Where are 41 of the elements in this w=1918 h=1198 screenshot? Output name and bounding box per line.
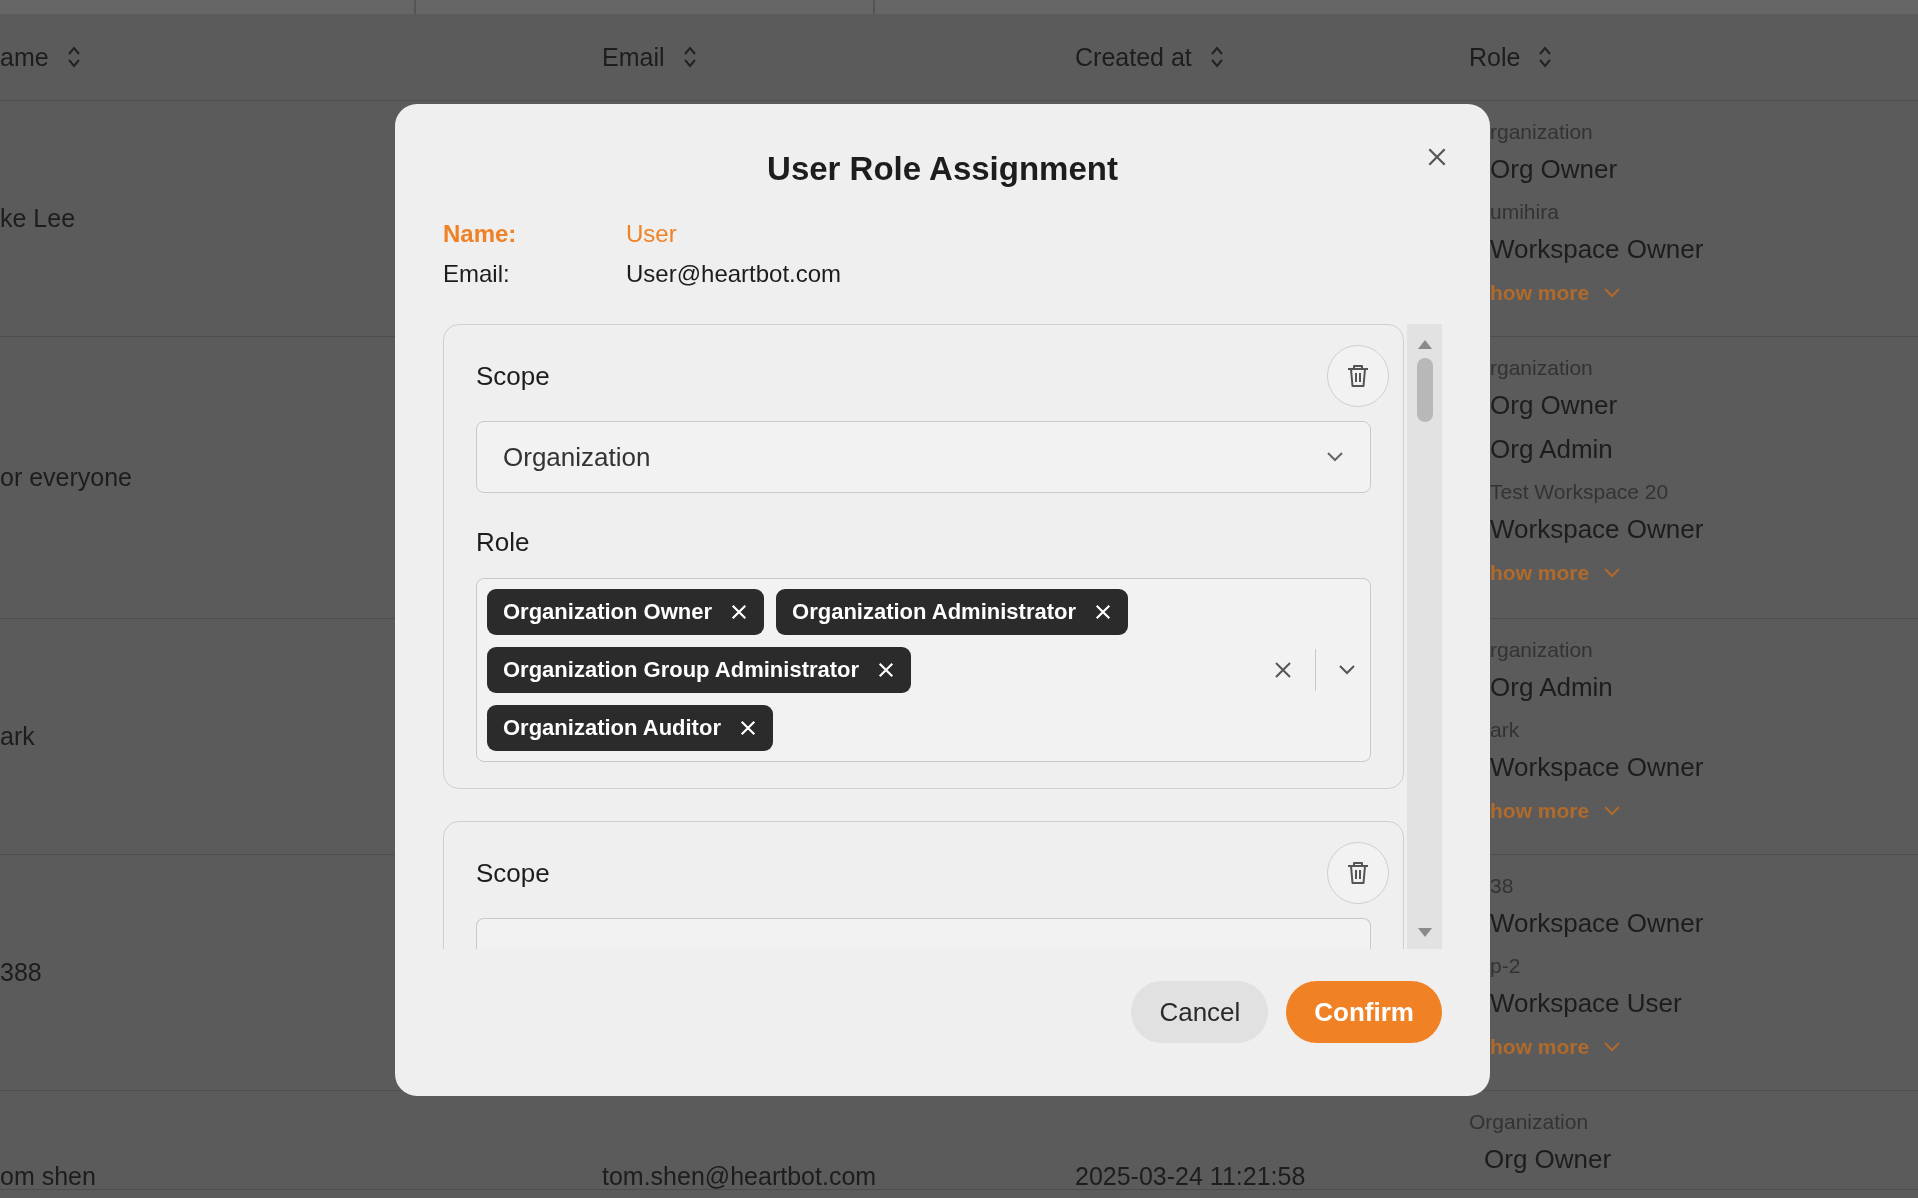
email-cell: tom.shen@heartbot.com	[602, 1162, 877, 1191]
confirm-button[interactable]: Confirm	[1286, 981, 1442, 1043]
role-tag: Organization Group Administrator	[487, 647, 912, 693]
name-cell: om shen	[0, 1162, 96, 1191]
field-label: Name:	[443, 219, 518, 249]
role-name: Workspace User	[1490, 987, 1683, 1020]
field-value: User	[626, 219, 678, 249]
role-select[interactable]: Organization Owner Organization Administrator Organization Group Administrator Organization Auditor	[476, 578, 1371, 762]
show-more-link[interactable]: how more	[1490, 551, 1622, 595]
role-tag: Organization Owner	[487, 589, 765, 635]
date-cell: 2025-03-24 11:21:58	[1075, 1162, 1306, 1191]
role-name: Org Owner	[1490, 389, 1619, 422]
column-header[interactable]: Created at	[1075, 42, 1192, 72]
name-cell: 388	[0, 958, 42, 987]
column-header[interactable]: ame	[0, 42, 49, 72]
show-more-link[interactable]: how more	[1490, 789, 1622, 833]
role-name: Workspace Owner	[1490, 907, 1705, 940]
role-tag: Organization Administrator	[776, 589, 1128, 635]
name-cell: ark	[0, 722, 35, 751]
role-name: Workspace Owner	[1490, 233, 1705, 266]
cancel-button[interactable]: Cancel	[1131, 981, 1269, 1043]
role-label: Role	[476, 527, 531, 558]
role-name: Org Owner	[1483, 1143, 1613, 1176]
role-name: Org Admin	[1490, 433, 1614, 466]
role-name: Org Owner	[1490, 153, 1619, 186]
role-name: Workspace Owner	[1490, 513, 1705, 546]
show-more-link[interactable]: how more	[1490, 271, 1622, 315]
field-label: Email:	[443, 259, 511, 289]
scope-label: Scope	[476, 857, 550, 889]
scope-select[interactable]: Organization	[476, 421, 1371, 493]
role-name: Org Admin	[1490, 671, 1614, 704]
name-cell: ke Lee	[0, 204, 76, 233]
show-more-link[interactable]: how more	[1490, 1025, 1622, 1069]
scope-label: Scope	[476, 360, 550, 392]
field-value: User@heartbot.com	[626, 259, 843, 289]
column-header[interactable]: Role	[1469, 42, 1521, 72]
name-cell: or everyone	[0, 463, 133, 492]
role-name: Workspace Owner	[1490, 751, 1705, 784]
column-header[interactable]: Email	[602, 42, 665, 72]
dialog-title: User Role Assignment	[767, 150, 1118, 188]
role-tag: Organization Auditor	[487, 705, 773, 751]
